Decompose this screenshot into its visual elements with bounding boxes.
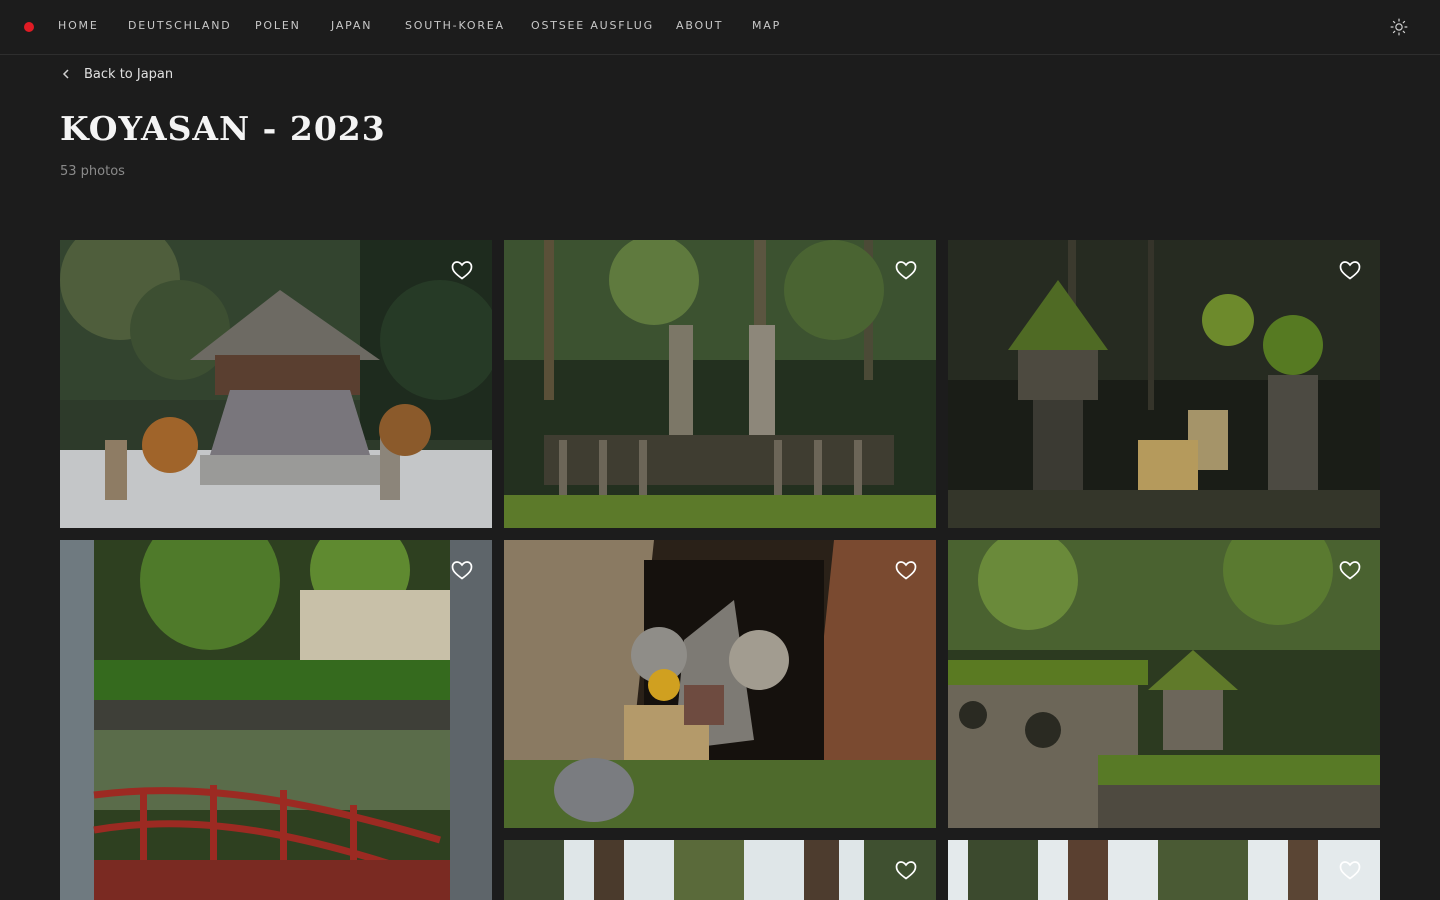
page-title: KOYASAN - 2023 <box>60 109 386 148</box>
heart-icon[interactable] <box>450 258 474 282</box>
chevron-left-icon <box>62 69 69 79</box>
photo-tile[interactable] <box>948 240 1380 528</box>
brand-logo[interactable] <box>24 22 34 32</box>
nav-japan[interactable]: JAPAN <box>331 19 372 33</box>
photo-tile[interactable] <box>504 540 936 828</box>
nav-map[interactable]: MAP <box>752 19 781 33</box>
photo-tile[interactable] <box>60 240 492 528</box>
heart-icon[interactable] <box>894 558 918 582</box>
photo-image <box>60 240 492 528</box>
photo-tile[interactable] <box>60 540 492 900</box>
heart-icon[interactable] <box>1338 558 1362 582</box>
photo-tile[interactable] <box>948 840 1380 900</box>
photo-image <box>948 240 1380 528</box>
nav-home[interactable]: HOME <box>58 19 99 33</box>
photo-image <box>948 540 1380 828</box>
nav-ostsee-ausflug[interactable]: OSTSEE AUSFLUG <box>531 19 654 33</box>
heart-icon[interactable] <box>450 558 474 582</box>
photo-image <box>60 540 492 900</box>
heart-icon[interactable] <box>1338 858 1362 882</box>
photo-tile[interactable] <box>948 540 1380 828</box>
heart-icon[interactable] <box>1338 258 1362 282</box>
nav-about[interactable]: ABOUT <box>676 19 723 33</box>
heart-icon[interactable] <box>894 258 918 282</box>
nav-polen[interactable]: POLEN <box>255 19 301 33</box>
nav-south-korea[interactable]: SOUTH-KOREA <box>405 19 505 33</box>
photo-image <box>504 240 936 528</box>
back-to-album-link[interactable]: Back to Japan <box>60 64 173 84</box>
heart-icon[interactable] <box>894 858 918 882</box>
photo-count: 53 photos <box>60 164 125 179</box>
back-link-label: Back to Japan <box>84 66 174 82</box>
photo-image <box>504 840 936 900</box>
photo-tile[interactable] <box>504 240 936 528</box>
sun-icon[interactable] <box>1390 18 1408 36</box>
nav-deutschland[interactable]: DEUTSCHLAND <box>128 19 232 33</box>
top-navigation: HOME DEUTSCHLAND POLEN JAPAN SOUTH-KOREA… <box>0 0 1440 55</box>
photo-image <box>504 540 936 828</box>
photo-image <box>948 840 1380 900</box>
photo-tile[interactable] <box>504 840 936 900</box>
